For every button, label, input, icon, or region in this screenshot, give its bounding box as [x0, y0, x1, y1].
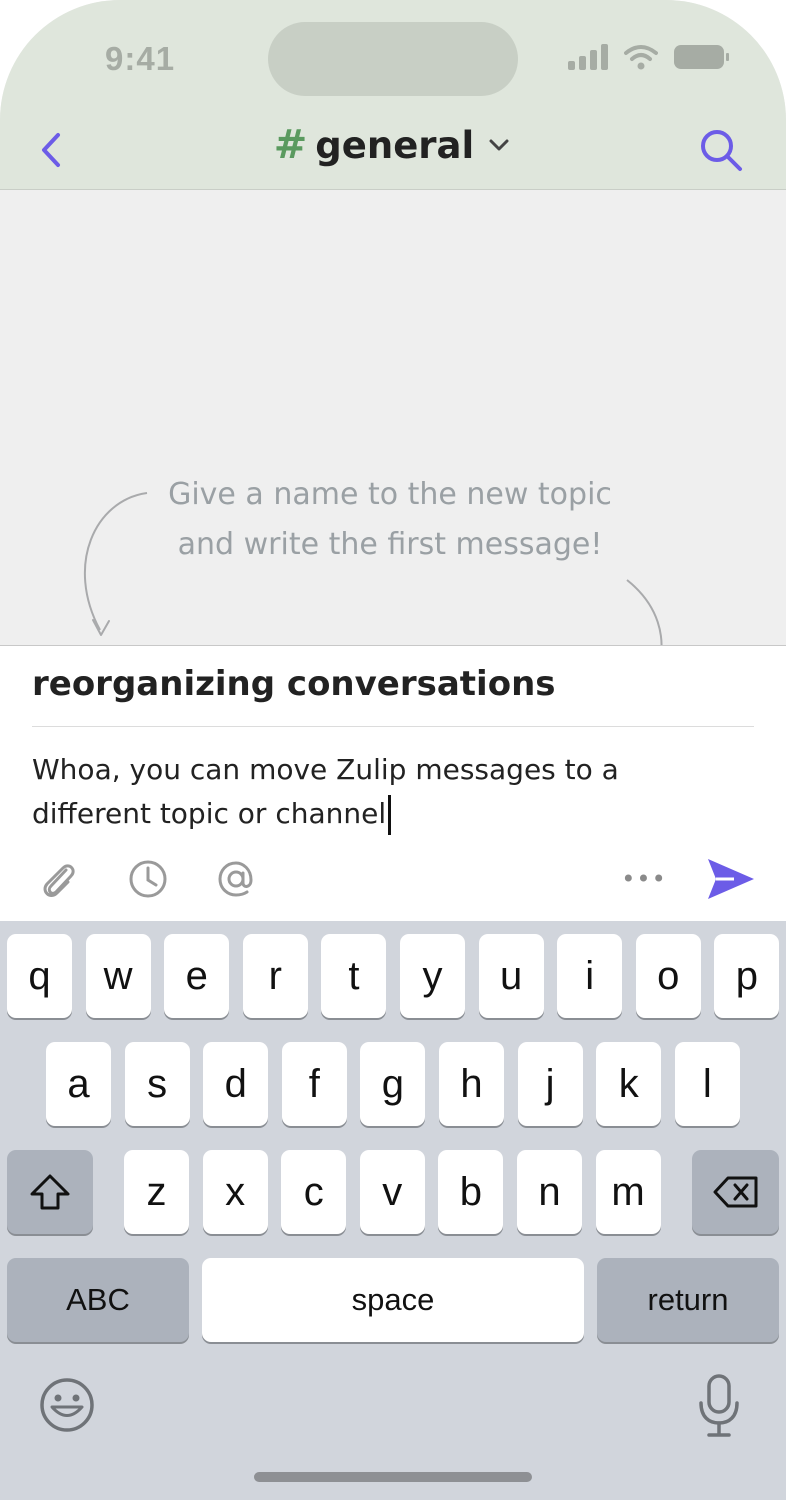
text-caret: [388, 795, 392, 835]
key-u[interactable]: u: [478, 934, 544, 1018]
key-g[interactable]: g: [360, 1042, 426, 1126]
key-q[interactable]: q: [7, 934, 72, 1018]
key-c[interactable]: c: [281, 1150, 347, 1234]
compose-divider: [32, 726, 754, 727]
key-f[interactable]: f: [281, 1042, 347, 1126]
key-m[interactable]: m: [595, 1150, 661, 1234]
mention-icon[interactable]: [213, 856, 259, 902]
key-h[interactable]: h: [439, 1042, 504, 1126]
shift-key[interactable]: [7, 1150, 93, 1234]
search-icon[interactable]: [696, 125, 746, 175]
key-e[interactable]: e: [164, 934, 230, 1018]
key-y[interactable]: y: [400, 934, 465, 1018]
key-d[interactable]: d: [203, 1042, 269, 1126]
topic-input[interactable]: reorganizing conversations: [32, 664, 754, 726]
key-z[interactable]: z: [124, 1150, 189, 1234]
backspace-icon: [713, 1176, 757, 1208]
return-key[interactable]: return: [597, 1258, 779, 1342]
compose-box: reorganizing conversations Whoa, you can…: [0, 645, 786, 921]
status-icons: [568, 44, 729, 70]
more-options-icon[interactable]: •••: [618, 856, 670, 902]
channel-hash-icon: #: [273, 122, 308, 168]
key-n[interactable]: n: [517, 1150, 582, 1234]
shift-icon: [30, 1174, 70, 1210]
key-b[interactable]: b: [438, 1150, 504, 1234]
hint-line-1: Give a name to the new topic: [168, 477, 612, 512]
wifi-icon: [624, 45, 658, 70]
home-indicator: [254, 1472, 532, 1482]
key-p[interactable]: p: [714, 934, 780, 1018]
key-o[interactable]: o: [635, 934, 701, 1018]
delete-key[interactable]: [692, 1150, 779, 1234]
key-l[interactable]: l: [674, 1042, 740, 1126]
top-bar: 9:41 # general: [0, 0, 786, 190]
key-i[interactable]: i: [557, 934, 623, 1018]
channel-title-button[interactable]: # general: [0, 122, 786, 168]
send-icon[interactable]: [704, 854, 758, 904]
message-line-2-text: different topic or channel: [32, 797, 387, 830]
microphone-icon[interactable]: [697, 1373, 741, 1439]
keyboard: qwertyuiop asdfghjkl zxcvbnm ABC space r…: [0, 921, 786, 1500]
status-time: 9:41: [105, 40, 176, 77]
space-key[interactable]: space: [202, 1258, 584, 1342]
key-x[interactable]: x: [202, 1150, 268, 1234]
message-line-1: Whoa, you can move Zulip messages to a: [32, 753, 619, 786]
key-t[interactable]: t: [321, 934, 387, 1018]
emoji-icon[interactable]: [38, 1376, 96, 1434]
key-r[interactable]: r: [242, 934, 308, 1018]
clock-icon[interactable]: [125, 856, 171, 902]
message-list-empty: [0, 191, 786, 646]
message-input[interactable]: Whoa, you can move Zulip messages to a d…: [32, 748, 754, 836]
phone-screen: 9:41 # general Give a name to the new to…: [0, 0, 786, 1500]
abc-key[interactable]: ABC: [7, 1258, 189, 1342]
channel-title: general: [315, 123, 475, 167]
chevron-down-icon: [489, 139, 509, 151]
paperclip-icon[interactable]: [36, 856, 82, 902]
key-a[interactable]: a: [46, 1042, 111, 1126]
cellular-signal-icon: [568, 44, 608, 70]
new-topic-hint: Give a name to the new topic and write t…: [150, 470, 630, 570]
key-s[interactable]: s: [124, 1042, 190, 1126]
hint-line-2: and write the first message!: [177, 527, 603, 562]
dynamic-island: [268, 22, 518, 96]
key-w[interactable]: w: [85, 934, 151, 1018]
key-v[interactable]: v: [359, 1150, 425, 1234]
battery-icon: [674, 45, 729, 69]
key-k[interactable]: k: [596, 1042, 662, 1126]
message-line-2: different topic or channel: [32, 792, 754, 836]
key-j[interactable]: j: [517, 1042, 583, 1126]
